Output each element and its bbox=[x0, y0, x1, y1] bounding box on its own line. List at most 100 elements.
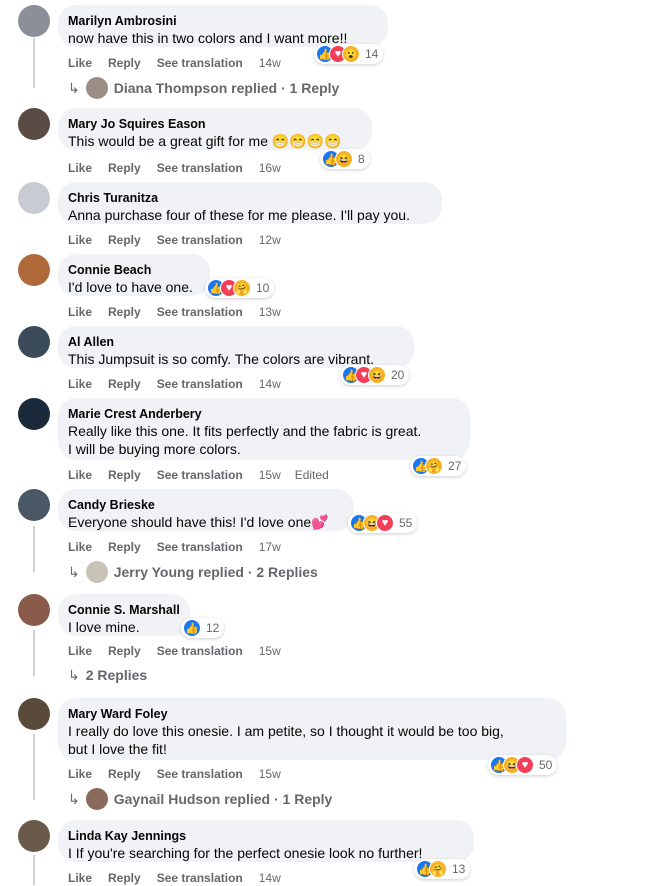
comment-bubble: Linda Kay Jennings I If you're searching… bbox=[58, 820, 474, 862]
reply-arrow-icon: ↳ bbox=[68, 80, 80, 96]
avatar[interactable] bbox=[18, 398, 50, 430]
comment-time[interactable]: 14w bbox=[259, 376, 281, 392]
avatar[interactable] bbox=[18, 254, 50, 286]
comment-author[interactable]: Mary Jo Squires Eason bbox=[68, 116, 360, 132]
comment-text: This would be a great gift for me 😁😁😁😁 bbox=[68, 133, 342, 149]
reaction-summary[interactable]: 👍 😆 ♥ 55 bbox=[348, 513, 418, 533]
view-replies-link[interactable]: ↳ Jerry Young replied · 2 Replies bbox=[68, 561, 318, 583]
comment-text: Really like this one. It fits perfectly … bbox=[68, 423, 422, 439]
comment-actions: Like Reply See translation 15w bbox=[68, 643, 295, 659]
like-button[interactable]: Like bbox=[68, 870, 92, 886]
reaction-summary[interactable]: 👍 ♥ 😮 14 bbox=[314, 44, 384, 64]
see-translation-button[interactable]: See translation bbox=[157, 304, 243, 320]
avatar bbox=[85, 788, 108, 810]
like-button[interactable]: Like bbox=[68, 304, 92, 320]
comment-text: I love mine. bbox=[68, 619, 140, 635]
see-translation-button[interactable]: See translation bbox=[157, 160, 243, 176]
reaction-count: 8 bbox=[358, 152, 365, 166]
comment-actions: Like Reply See translation 13w bbox=[68, 304, 295, 320]
comment-author[interactable]: Marilyn Ambrosini bbox=[68, 13, 376, 29]
comment-author[interactable]: Mary Ward Foley bbox=[68, 706, 554, 722]
heart-icon: ♥ bbox=[516, 756, 534, 774]
see-translation-button[interactable]: See translation bbox=[157, 766, 243, 782]
comment-bubble: Connie Beach I'd love to have one. bbox=[58, 254, 210, 296]
reaction-count: 27 bbox=[448, 459, 462, 473]
replies-text: 2 Replies bbox=[85, 667, 148, 683]
wow-face-icon: 😮 bbox=[342, 45, 360, 63]
see-translation-button[interactable]: See translation bbox=[157, 539, 243, 555]
avatar[interactable] bbox=[18, 326, 50, 358]
reaction-summary[interactable]: 👍 😆 8 bbox=[320, 149, 370, 169]
see-translation-button[interactable]: See translation bbox=[157, 376, 243, 392]
avatar[interactable] bbox=[18, 5, 50, 37]
see-translation-button[interactable]: See translation bbox=[157, 643, 243, 659]
comment-actions: Like Reply See translation 15w bbox=[68, 766, 295, 782]
like-button[interactable]: Like bbox=[68, 232, 92, 248]
comment-author[interactable]: Marie Crest Anderbery bbox=[68, 406, 458, 422]
reply-button[interactable]: Reply bbox=[108, 232, 141, 248]
reaction-summary[interactable]: 👍 12 bbox=[181, 618, 225, 638]
thread-line bbox=[33, 38, 35, 88]
like-button[interactable]: Like bbox=[68, 766, 92, 782]
see-translation-button[interactable]: See translation bbox=[157, 870, 243, 886]
reaction-summary[interactable]: 👍 ♥ 🤗 10 bbox=[205, 278, 275, 298]
comment-time[interactable]: 14w bbox=[259, 55, 281, 71]
comment-author[interactable]: Al Allen bbox=[68, 334, 402, 350]
replies-text: Jerry Young replied · 2 Replies bbox=[113, 564, 318, 580]
avatar[interactable] bbox=[18, 698, 50, 730]
see-translation-button[interactable]: See translation bbox=[157, 232, 243, 248]
comment-author[interactable]: Connie Beach bbox=[68, 262, 198, 278]
thread-line bbox=[33, 855, 35, 885]
reaction-summary[interactable]: 👍 😆 ♥ 50 bbox=[488, 755, 558, 775]
comment-time[interactable]: 14w bbox=[259, 870, 281, 886]
like-button[interactable]: Like bbox=[68, 643, 92, 659]
comment-time[interactable]: 16w bbox=[259, 160, 281, 176]
comment-author[interactable]: Chris Turanitza bbox=[68, 190, 430, 206]
avatar[interactable] bbox=[18, 820, 50, 852]
comment-actions: Like Reply See translation 17w bbox=[68, 539, 295, 555]
reply-button[interactable]: Reply bbox=[108, 766, 141, 782]
reply-button[interactable]: Reply bbox=[108, 467, 141, 483]
like-button[interactable]: Like bbox=[68, 160, 92, 176]
reply-button[interactable]: Reply bbox=[108, 55, 141, 71]
comment-time[interactable]: 15w bbox=[259, 643, 281, 659]
replies-text: Gaynail Hudson replied · 1 Reply bbox=[113, 791, 333, 807]
reply-button[interactable]: Reply bbox=[108, 643, 141, 659]
avatar[interactable] bbox=[18, 182, 50, 214]
like-button[interactable]: Like bbox=[68, 376, 92, 392]
avatar[interactable] bbox=[18, 594, 50, 626]
view-replies-link[interactable]: ↳ Diana Thompson replied · 1 Reply bbox=[68, 77, 339, 99]
comment-bubble: Mary Ward Foley I really do love this on… bbox=[58, 698, 566, 760]
comment-bubble: Mary Jo Squires Eason This would be a gr… bbox=[58, 108, 372, 150]
avatar bbox=[85, 77, 108, 99]
like-button[interactable]: Like bbox=[68, 467, 92, 483]
view-replies-link[interactable]: ↳ Gaynail Hudson replied · 1 Reply bbox=[68, 788, 332, 810]
like-button[interactable]: Like bbox=[68, 55, 92, 71]
comment-time[interactable]: 13w bbox=[259, 304, 281, 320]
reply-button[interactable]: Reply bbox=[108, 376, 141, 392]
comment-time[interactable]: 12w bbox=[259, 232, 281, 248]
comment-author[interactable]: Connie S. Marshall bbox=[68, 602, 180, 618]
reply-button[interactable]: Reply bbox=[108, 539, 141, 555]
view-replies-link[interactable]: ↳ 2 Replies bbox=[68, 665, 147, 685]
reaction-summary[interactable]: 👍 ♥ 😆 20 bbox=[340, 365, 410, 385]
comment-author[interactable]: Candy Brieske bbox=[68, 497, 342, 513]
comment-time[interactable]: 15w bbox=[259, 467, 281, 483]
comment-time[interactable]: 17w bbox=[259, 539, 281, 555]
see-translation-button[interactable]: See translation bbox=[157, 467, 243, 483]
reaction-summary[interactable]: 👍 🤗 13 bbox=[414, 859, 471, 879]
care-face-icon: 🤗 bbox=[233, 279, 251, 297]
laughing-face-icon: 😆 bbox=[335, 150, 353, 168]
reply-arrow-icon: ↳ bbox=[68, 564, 80, 580]
like-button[interactable]: Like bbox=[68, 539, 92, 555]
reaction-count: 10 bbox=[256, 281, 270, 295]
comment-time[interactable]: 15w bbox=[259, 766, 281, 782]
avatar[interactable] bbox=[18, 489, 50, 521]
reply-button[interactable]: Reply bbox=[108, 304, 141, 320]
reply-button[interactable]: Reply bbox=[108, 870, 141, 886]
reaction-summary[interactable]: 👍 🤗 27 bbox=[410, 456, 467, 476]
comment-author[interactable]: Linda Kay Jennings bbox=[68, 828, 462, 844]
reply-button[interactable]: Reply bbox=[108, 160, 141, 176]
avatar[interactable] bbox=[18, 108, 50, 140]
see-translation-button[interactable]: See translation bbox=[157, 55, 243, 71]
